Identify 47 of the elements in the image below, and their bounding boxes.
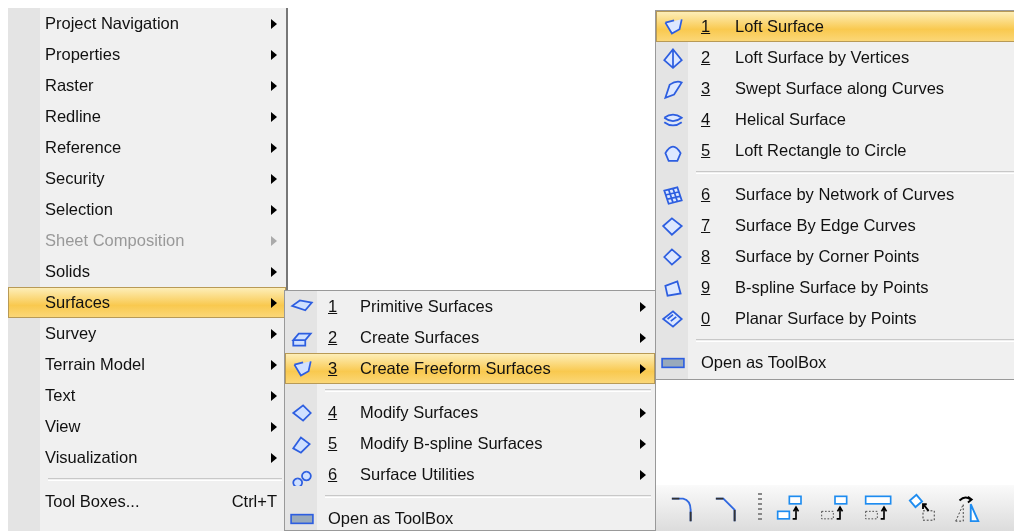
menu-item[interactable]: 9 B-spline Surface by Points bbox=[656, 272, 1014, 303]
menu-item[interactable]: Text bbox=[8, 380, 286, 411]
menu-item[interactable]: Visualization bbox=[8, 442, 286, 473]
menu-item[interactable]: 1 Loft Surface bbox=[656, 11, 1014, 42]
menu-item[interactable]: Raster bbox=[8, 70, 286, 101]
menu-item[interactable]: 4 Helical Surface bbox=[656, 104, 1014, 135]
menu-item[interactable]: 7 Surface By Edge Curves bbox=[656, 210, 1014, 241]
menu-item[interactable]: View bbox=[8, 411, 286, 442]
menu-item[interactable]: Solids bbox=[8, 256, 286, 287]
menu-item[interactable]: Surfaces bbox=[8, 287, 286, 318]
submenu-arrow-icon bbox=[640, 363, 646, 374]
shortcut-text: Ctrl+T bbox=[231, 492, 277, 511]
menu-item[interactable]: Open as ToolBox bbox=[656, 347, 1014, 378]
pyramid-icon bbox=[661, 46, 685, 69]
menu-item[interactable]: 1 Primitive Surfaces bbox=[285, 291, 655, 322]
menu-item[interactable]: Properties bbox=[8, 39, 286, 70]
menu-item[interactable]: Project Navigation bbox=[8, 8, 286, 39]
submenu-arrow-icon bbox=[640, 407, 646, 418]
menu-item[interactable]: 6 Surface Utilities bbox=[285, 459, 655, 490]
menu-item[interactable]: Security bbox=[8, 163, 286, 194]
menu-item[interactable]: Terrain Model bbox=[8, 349, 286, 380]
submenu-arrow-icon bbox=[640, 438, 646, 449]
menu-item[interactable]: Survey bbox=[8, 318, 286, 349]
grid-surface-icon bbox=[661, 183, 685, 206]
menu-item[interactable]: 5 Modify B-spline Surfaces bbox=[285, 428, 655, 459]
submenu-arrow-icon bbox=[640, 301, 646, 312]
rotated-rectangle-icon[interactable] bbox=[908, 493, 938, 523]
menu-item[interactable]: 8 Surface by Corner Points bbox=[656, 241, 1014, 272]
rectangle-stretch-icon[interactable] bbox=[864, 493, 894, 523]
menu-item[interactable]: 4 Modify Surfaces bbox=[285, 397, 655, 428]
menu-item[interactable]: Tool Boxes... Ctrl+T bbox=[8, 486, 286, 517]
menu-item[interactable]: 2 Loft Surface by Vertices bbox=[656, 42, 1014, 73]
menu-item[interactable]: 3 Swept Surface along Curves bbox=[656, 73, 1014, 104]
toolbar-grip[interactable] bbox=[758, 493, 762, 523]
triangle-mirror-icon[interactable] bbox=[952, 493, 982, 523]
menu-item[interactable]: 2 Create Surfaces bbox=[285, 322, 655, 353]
menu-item[interactable]: 3 Create Freeform Surfaces bbox=[285, 353, 655, 384]
rectangle-copy-icon[interactable] bbox=[820, 493, 850, 523]
menu-item[interactable]: Reference bbox=[8, 132, 286, 163]
menu-item[interactable]: Open as ToolBox bbox=[285, 503, 655, 531]
submenu-arrow-icon bbox=[640, 332, 646, 343]
submenu-arrow-icon bbox=[640, 469, 646, 480]
menu-item[interactable]: 6 Surface by Network of Curves bbox=[656, 179, 1014, 210]
menu-item[interactable]: Selection bbox=[8, 194, 286, 225]
menu-item[interactable]: 0 Planar Surface by Points bbox=[656, 303, 1014, 334]
menu-item[interactable]: 5 Loft Rectangle to Circle bbox=[656, 135, 1014, 166]
menu-item[interactable]: Redline bbox=[8, 101, 286, 132]
